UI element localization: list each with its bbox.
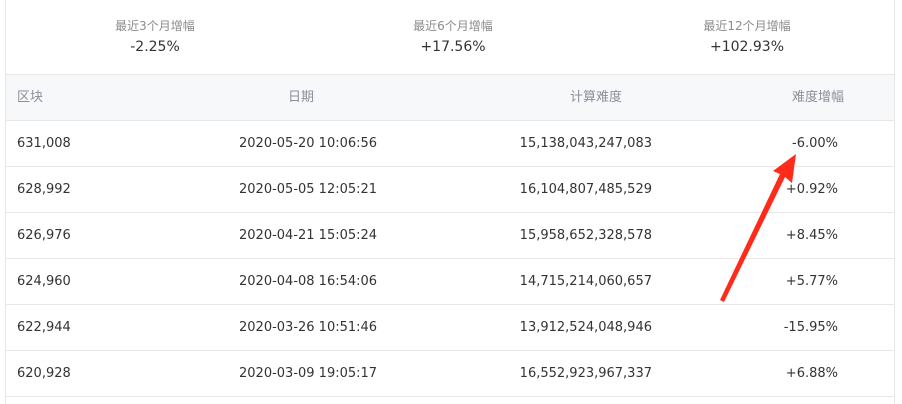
growth-summary: 最近3个月增幅 -2.25% 最近6个月增幅 +17.56% 最近12个月增幅 … [6,0,894,75]
stat-value: -2.25% [130,39,180,55]
cell-block: 626,976 [17,228,71,243]
cell-date: 2020-05-20 10:06:56 [239,136,378,151]
cell-change: +0.92% [785,182,838,197]
cell-change: +6.88% [785,366,838,381]
cell-block: 620,928 [17,366,71,381]
cell-date: 2020-04-08 16:54:06 [239,274,378,289]
cell-difficulty: 15,138,043,247,083 [519,136,652,151]
header-difficulty: 计算难度 [569,90,622,105]
table-row: 626,976 2020-04-21 15:05:24 15,958,652,3… [6,213,894,259]
cell-date: 2020-05-05 12:05:21 [239,182,378,197]
cell-block: 631,008 [17,136,71,151]
stat-6-month: 最近6个月增幅 +17.56% [333,18,573,58]
table-row: 628,992 2020-05-05 12:05:21 16,104,807,4… [6,167,894,213]
stat-label: 最近6个月增幅 [413,19,493,33]
stat-value: +102.93% [709,39,785,55]
table-row: 631,008 2020-05-20 10:06:56 15,138,043,2… [6,121,894,167]
cell-difficulty: 16,104,807,485,529 [519,182,652,197]
cell-date: 2020-03-26 10:51:46 [239,320,378,335]
stat-12-month: 最近12个月增幅 +102.93% [627,18,867,58]
cell-change: +8.45% [785,228,838,243]
cell-block: 628,992 [17,182,71,197]
stat-label: 最近12个月增幅 [703,19,791,33]
cell-change: -15.95% [783,320,838,335]
difficulty-panel: 最近3个月增幅 -2.25% 最近6个月增幅 +17.56% 最近12个月增幅 … [5,0,895,404]
cell-date: 2020-04-21 15:05:24 [239,228,378,243]
stat-label: 最近3个月增幅 [115,19,195,33]
table-row: 620,928 2020-03-09 19:05:17 16,552,923,9… [6,351,894,397]
header-block: 区块 [17,90,44,105]
table-row: 622,944 2020-03-26 10:51:46 13,912,524,0… [6,305,894,351]
cell-difficulty: 16,552,923,967,337 [519,366,652,381]
cell-change: -6.00% [792,136,838,151]
table-header: 区块 日期 计算难度 难度增幅 [6,75,894,121]
cell-date: 2020-03-09 19:05:17 [239,366,378,381]
cell-difficulty: 15,958,652,328,578 [519,228,652,243]
table-row: 624,960 2020-04-08 16:54:06 14,715,214,0… [6,259,894,305]
cell-block: 624,960 [17,274,71,289]
cell-difficulty: 14,715,214,060,657 [519,274,652,289]
header-date: 日期 [288,90,315,105]
cell-difficulty: 13,912,524,048,946 [519,320,652,335]
cell-change: +5.77% [785,274,838,289]
stat-3-month: 最近3个月增幅 -2.25% [35,18,275,58]
header-change: 难度增幅 [791,90,844,105]
stat-value: +17.56% [420,39,486,55]
cell-block: 622,944 [17,320,71,335]
